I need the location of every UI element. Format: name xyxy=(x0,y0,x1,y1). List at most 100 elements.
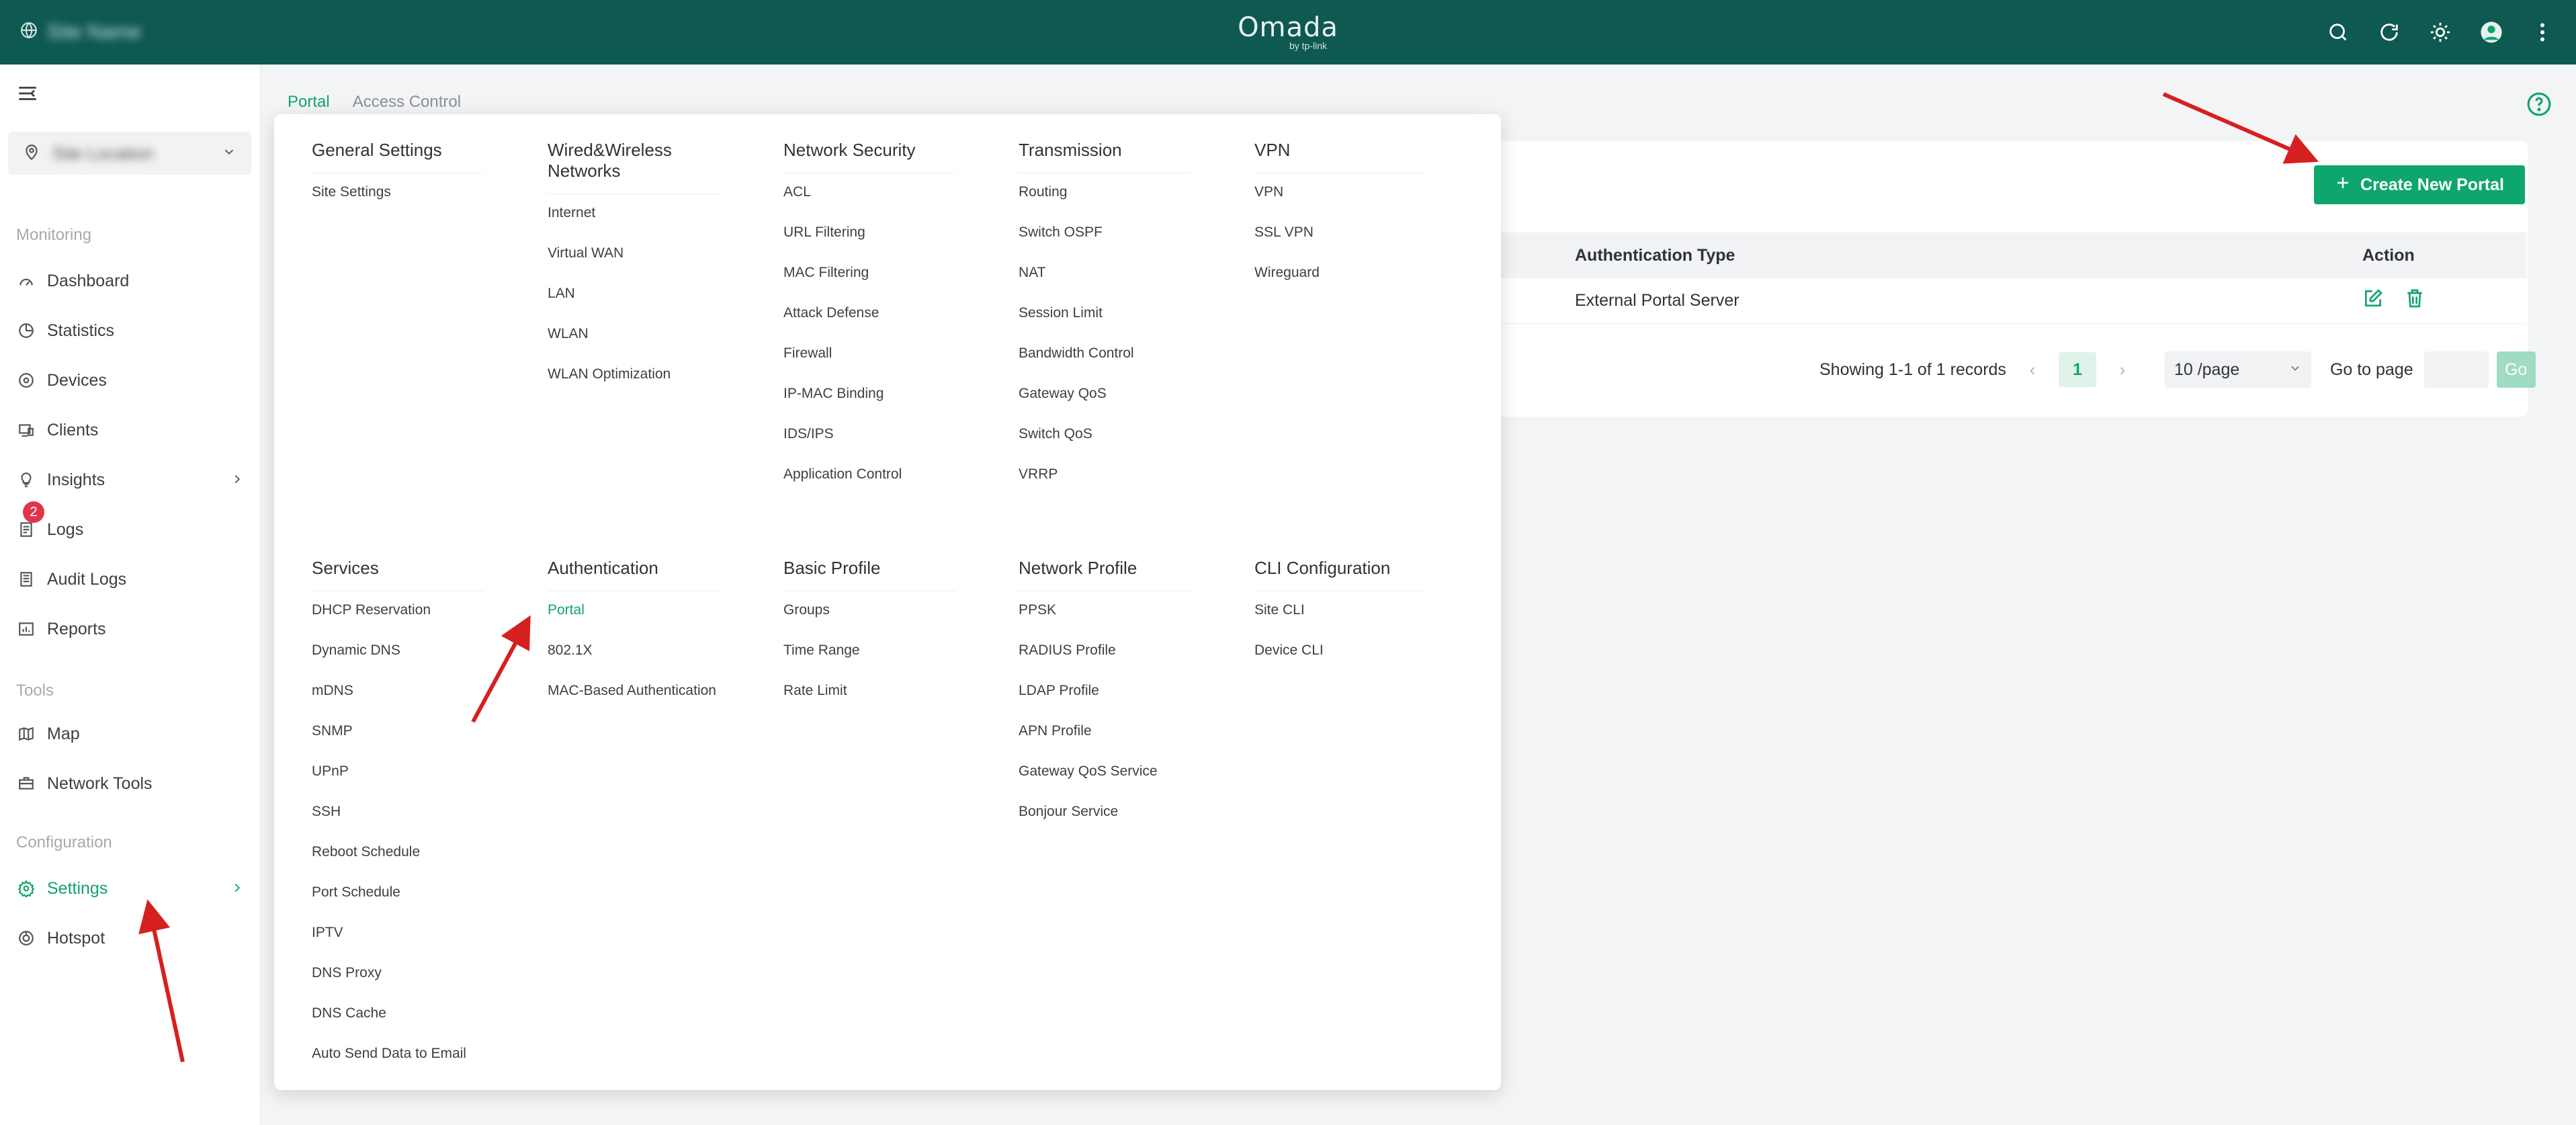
menu-column-transmission: Transmission Routing Switch OSPF NAT Session… xyxy=(1019,140,1191,505)
menu-item-site-cli[interactable]: Site CLI xyxy=(1254,601,1426,641)
more-vertical-icon[interactable] xyxy=(2529,19,2556,46)
menu-item-ssh[interactable]: SSH xyxy=(312,802,484,843)
menu-item-802-1x[interactable]: 802.1X xyxy=(548,641,720,681)
menu-item-switch-qos[interactable]: Switch QoS xyxy=(1019,425,1191,465)
menu-item-wireguard[interactable]: Wireguard xyxy=(1254,263,1426,304)
sidebar-item-network-tools[interactable]: Network Tools xyxy=(0,763,261,804)
menu-item-internet[interactable]: Internet xyxy=(548,204,720,244)
collapse-menu-icon[interactable] xyxy=(16,82,40,106)
menu-item-rate-limit[interactable]: Rate Limit xyxy=(783,681,955,722)
menu-item-bandwidth-control[interactable]: Bandwidth Control xyxy=(1019,344,1191,384)
sidebar-item-label: Logs xyxy=(47,519,84,539)
menu-item-ldap-profile[interactable]: LDAP Profile xyxy=(1019,681,1191,722)
menu-item-gateway-qos[interactable]: Gateway QoS xyxy=(1019,384,1191,425)
menu-item-session-limit[interactable]: Session Limit xyxy=(1019,304,1191,344)
sidebar-item-audit-logs[interactable]: Audit Logs xyxy=(0,559,261,599)
goto-label: Go to page xyxy=(2329,360,2413,379)
menu-item-url-filtering[interactable]: URL Filtering xyxy=(783,223,955,263)
menu-item-bonjour-service[interactable]: Bonjour Service xyxy=(1019,802,1191,843)
trash-icon[interactable] xyxy=(2404,288,2425,314)
sidebar-item-reports[interactable]: Reports xyxy=(0,609,261,649)
pagination: Showing 1-1 of 1 records ‹ 1 › 10 /page … xyxy=(1819,351,2536,388)
menu-item-snmp[interactable]: SNMP xyxy=(312,722,484,762)
menu-item-dns-proxy[interactable]: DNS Proxy xyxy=(312,964,484,1004)
menu-item-switch-ospf[interactable]: Switch OSPF xyxy=(1019,223,1191,263)
menu-item-dns-cache[interactable]: DNS Cache xyxy=(312,1004,484,1044)
menu-item-mac-filtering[interactable]: MAC Filtering xyxy=(783,263,955,304)
sidebar-item-insights[interactable]: Insights xyxy=(0,460,261,500)
sidebar-item-map[interactable]: Map xyxy=(0,714,261,754)
menu-item-virtual-wan[interactable]: Virtual WAN xyxy=(548,244,720,284)
site-indicator[interactable]: Site Name xyxy=(20,21,141,44)
sidebar-item-settings[interactable]: Settings xyxy=(0,868,261,909)
menu-item-wlan-optimization[interactable]: WLAN Optimization xyxy=(548,365,720,405)
sidebar-item-clients[interactable]: Clients xyxy=(0,410,261,450)
edit-icon[interactable] xyxy=(2362,288,2384,314)
theme-sun-icon[interactable] xyxy=(2427,19,2454,46)
go-button[interactable]: Go xyxy=(2496,351,2536,388)
menu-column-title: CLI Configuration xyxy=(1254,558,1426,591)
menu-item-attack-defense[interactable]: Attack Defense xyxy=(783,304,955,344)
menu-item-device-cli[interactable]: Device CLI xyxy=(1254,641,1426,681)
sidebar: Site Location Monitoring Dashboard Stati… xyxy=(0,65,261,1125)
sidebar-item-label: Network Tools xyxy=(47,774,153,793)
menu-item-ppsk[interactable]: PPSK xyxy=(1019,601,1191,641)
sidebar-item-hotspot[interactable]: Hotspot xyxy=(0,918,261,958)
devices-icon xyxy=(16,370,36,390)
menu-item-dynamic-dns[interactable]: Dynamic DNS xyxy=(312,641,484,681)
gear-icon xyxy=(16,878,36,899)
menu-item-mdns[interactable]: mDNS xyxy=(312,681,484,722)
menu-item-site-settings[interactable]: Site Settings xyxy=(312,183,484,223)
help-icon[interactable] xyxy=(2526,91,2552,120)
menu-item-iptv[interactable]: IPTV xyxy=(312,923,484,964)
menu-item-vrrp[interactable]: VRRP xyxy=(1019,465,1191,505)
menu-item-application-control[interactable]: Application Control xyxy=(783,465,955,505)
sidebar-item-label: Audit Logs xyxy=(47,569,127,589)
site-selector-value: Site Location xyxy=(52,142,154,163)
next-page-icon[interactable]: › xyxy=(2112,360,2133,380)
menu-item-reboot-schedule[interactable]: Reboot Schedule xyxy=(312,843,484,883)
sidebar-item-dashboard[interactable]: Dashboard xyxy=(0,261,261,301)
site-selector[interactable]: Site Location xyxy=(8,132,251,175)
sidebar-item-devices[interactable]: Devices xyxy=(0,360,261,401)
menu-item-ip-mac-binding[interactable]: IP-MAC Binding xyxy=(783,384,955,425)
row-actions xyxy=(2362,288,2425,314)
menu-item-wlan[interactable]: WLAN xyxy=(548,325,720,365)
tab-access-control[interactable]: Access Control xyxy=(353,93,461,112)
menu-item-gateway-qos-service[interactable]: Gateway QoS Service xyxy=(1019,762,1191,802)
table-row[interactable]: External Portal Server xyxy=(1465,278,2526,324)
sidebar-item-logs[interactable]: 2 Logs xyxy=(0,501,261,550)
menu-item-mac-based-authentication[interactable]: MAC-Based Authentication xyxy=(548,681,720,722)
menu-item-time-range[interactable]: Time Range xyxy=(783,641,955,681)
pie-chart-icon xyxy=(16,321,36,341)
menu-item-groups[interactable]: Groups xyxy=(783,601,955,641)
menu-item-dhcp-reservation[interactable]: DHCP Reservation xyxy=(312,601,484,641)
tab-portal[interactable]: Portal xyxy=(288,93,330,112)
menu-item-ids-ips[interactable]: IDS/IPS xyxy=(783,425,955,465)
menu-item-portal[interactable]: Portal xyxy=(548,601,720,641)
search-icon[interactable] xyxy=(2325,19,2352,46)
goto-page-input[interactable] xyxy=(2423,351,2489,388)
sidebar-item-statistics[interactable]: Statistics xyxy=(0,310,261,351)
column-header-auth-type[interactable]: Authentication Type xyxy=(1575,246,1735,265)
map-icon xyxy=(16,724,36,744)
menu-item-upnp[interactable]: UPnP xyxy=(312,762,484,802)
prev-page-icon[interactable]: ‹ xyxy=(2022,360,2043,380)
menu-item-lan[interactable]: LAN xyxy=(548,284,720,325)
menu-item-vpn[interactable]: VPN xyxy=(1254,183,1426,223)
menu-item-nat[interactable]: NAT xyxy=(1019,263,1191,304)
menu-item-radius-profile[interactable]: RADIUS Profile xyxy=(1019,641,1191,681)
menu-item-routing[interactable]: Routing xyxy=(1019,183,1191,223)
menu-item-firewall[interactable]: Firewall xyxy=(783,344,955,384)
refresh-icon[interactable] xyxy=(2376,19,2403,46)
menu-item-ssl-vpn[interactable]: SSL VPN xyxy=(1254,223,1426,263)
menu-item-apn-profile[interactable]: APN Profile xyxy=(1019,722,1191,762)
menu-item-auto-send-data-to-email[interactable]: Auto Send Data to Email xyxy=(312,1044,484,1085)
menu-item-acl[interactable]: ACL xyxy=(783,183,955,223)
page-button-current[interactable]: 1 xyxy=(2058,352,2096,387)
menu-item-port-schedule[interactable]: Port Schedule xyxy=(312,883,484,923)
create-new-portal-button[interactable]: Create New Portal xyxy=(2314,165,2525,204)
pagination-summary: Showing 1-1 of 1 records xyxy=(1819,360,2006,379)
page-size-select[interactable]: 10 /page xyxy=(2164,351,2311,388)
avatar[interactable] xyxy=(2478,19,2505,46)
